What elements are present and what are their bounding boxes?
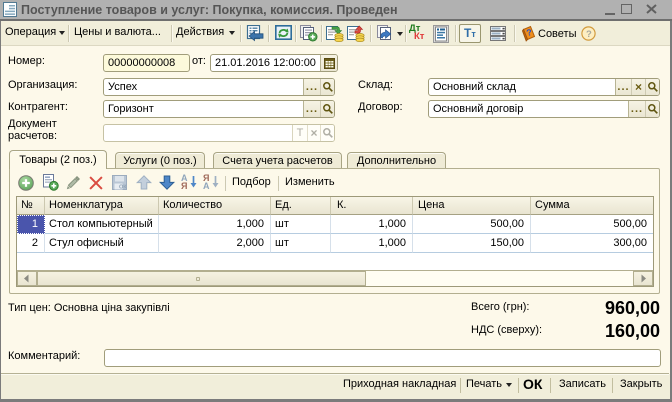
svg-text:?: ? (586, 29, 592, 40)
svg-text:ОК: ОК (119, 185, 127, 191)
